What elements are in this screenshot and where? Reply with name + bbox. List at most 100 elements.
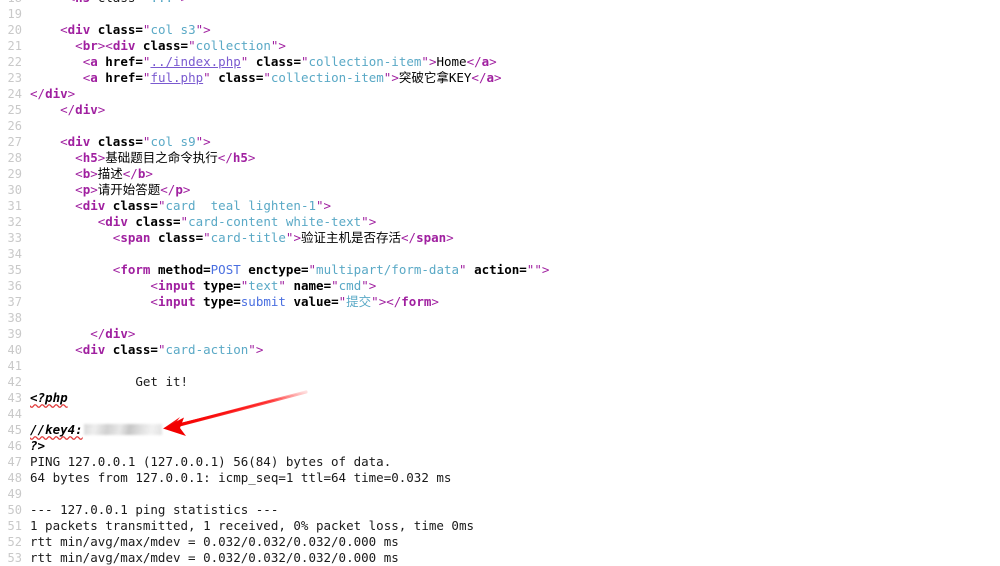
code-line[interactable]: 52 rtt min/avg/max/mdev = 0.032/0.032/0.0… [0, 534, 1000, 550]
code-line[interactable]: 48 64 bytes from 127.0.0.1: icmp_seq=1 tt… [0, 470, 1000, 486]
code-token-attr: class [90, 22, 136, 37]
code-token-quote: " [361, 214, 369, 229]
code-token-eq: = [331, 294, 339, 309]
code-token-txt: 基础题目之命令执行 [105, 150, 218, 165]
code-token-attr: name [285, 278, 324, 293]
code-line[interactable]: 33 <span class="card-title">验证主机是否存活</sp… [0, 230, 1000, 246]
code-line[interactable]: 28 <h5>基础题目之命令执行</h5> [0, 150, 1000, 166]
code-line[interactable]: 41 [0, 358, 1000, 374]
code-token-quote: " [371, 294, 379, 309]
code-token-punc: > [293, 230, 301, 245]
code-token-indent [30, 262, 113, 277]
code-token-punc: > [181, 0, 189, 5]
code-token-tag: div [75, 102, 98, 117]
code-line[interactable]: 47 PING 127.0.0.1 (127.0.0.1) 56(84) byte… [0, 454, 1000, 470]
line-number: 38 [7, 311, 22, 325]
code-line[interactable]: 40 <div class="card-action"> [0, 342, 1000, 358]
code-line[interactable]: 51 1 packets transmitted, 1 received, 0% … [0, 518, 1000, 534]
code-token-punc: > [97, 102, 106, 117]
code-token-punc: < [75, 182, 83, 197]
code-line[interactable]: 46 ?> [0, 438, 1000, 454]
code-line[interactable]: 32 <div class="card-content white-text"> [0, 214, 1000, 230]
code-line[interactable]: 37 <input type=submit value="提交"></form> [0, 294, 1000, 310]
code-token-tag: form [120, 262, 151, 277]
code-token-link[interactable]: ful.php [150, 70, 203, 85]
code-token-punc: > [368, 214, 377, 229]
line-number: 47 [7, 455, 22, 469]
code-token-attr: type [195, 294, 234, 309]
code-token-indent [30, 230, 113, 245]
code-line-content: <form method=POST enctype="multipart/for… [22, 262, 550, 278]
code-line-content: <h5>基础题目之命令执行</h5> [22, 150, 255, 166]
code-token-eq: = [135, 54, 143, 69]
code-token-punc: > [541, 262, 550, 277]
code-line[interactable]: 38 [0, 310, 1000, 326]
code-token-attr: class [135, 38, 181, 53]
code-line[interactable]: 29 <b>描述</b> [0, 166, 1000, 182]
code-token-punc: </ [122, 166, 138, 181]
code-token-plain: Get it! [135, 374, 189, 389]
code-line[interactable]: 20 <div class="col s3"> [0, 22, 1000, 38]
code-line[interactable]: 49 [0, 486, 1000, 502]
code-token-punc: > [67, 86, 76, 101]
code-token-tag: div [105, 326, 128, 341]
line-number: 30 [7, 183, 22, 197]
line-number: 49 [7, 487, 22, 501]
code-line[interactable]: 19 [0, 6, 1000, 22]
line-number: 33 [7, 231, 22, 245]
line-number: 39 [7, 327, 22, 341]
code-token-indent [30, 22, 60, 37]
code-line[interactable]: 34 [0, 246, 1000, 262]
code-token-punc: > [431, 294, 439, 309]
code-line[interactable]: 31 <div class="card teal lighten-1"> [0, 198, 1000, 214]
code-token-indent [30, 70, 83, 85]
code-line[interactable]: 30 <p>请开始答题</p> [0, 182, 1000, 198]
code-token-eq: = [173, 214, 181, 229]
code-line[interactable]: 39 </div> [0, 326, 1000, 342]
code-token-punc: > [391, 70, 399, 85]
code-line[interactable]: 42 Get it! [0, 374, 1000, 390]
code-line[interactable]: 35 <form method=POST enctype="multipart/… [0, 262, 1000, 278]
code-line[interactable]: 36 <input type="text" name="cmd"> [0, 278, 1000, 294]
code-token-punc: </ [401, 230, 417, 245]
code-line[interactable]: 26 [0, 118, 1000, 134]
code-line-content: <div class="col s3"> [22, 22, 211, 38]
code-token-indent [30, 102, 60, 117]
code-token-punc: > [368, 278, 377, 293]
line-number: 52 [7, 535, 22, 549]
code-line[interactable]: 22 <a href="../index.php" class="collect… [0, 54, 1000, 70]
code-token-val: 提交 [346, 294, 372, 309]
code-line[interactable]: 23 <a href="ful.php" class="collection-i… [0, 70, 1000, 86]
code-token-indent [30, 150, 75, 165]
code-token-quote: " [173, 0, 181, 5]
code-token-punc: > [323, 198, 332, 213]
source-code-listing[interactable]: 18 <h5 class="...">1920 <div class="col … [0, 0, 1000, 566]
line-number: 51 [7, 519, 22, 533]
code-token-attr: class [105, 198, 151, 213]
code-token-punc: < [60, 134, 68, 149]
code-line[interactable]: 27 <div class="col s9"> [0, 134, 1000, 150]
code-line[interactable]: 44 [0, 406, 1000, 422]
code-token-quote: " [308, 262, 317, 277]
line-number: 32 [7, 215, 22, 229]
code-token-val: card-title [210, 230, 286, 245]
code-token-indent [30, 374, 135, 389]
line-number: 31 [7, 199, 22, 213]
code-token-tag: div [82, 198, 106, 213]
code-line[interactable]: 43 <?php [0, 390, 1000, 406]
code-line[interactable]: 53 rtt min/avg/max/mdev = 0.032/0.032/0.0… [0, 550, 1000, 566]
code-line[interactable]: 50 --- 127.0.0.1 ping statistics --- [0, 502, 1000, 518]
code-token-punc: > [127, 326, 136, 341]
code-token-link[interactable]: ../index.php [150, 54, 240, 69]
code-token-valplain: POST [210, 262, 241, 277]
code-token-valplain: submit [240, 294, 286, 309]
code-line[interactable]: 45 //key4: [0, 422, 1000, 438]
code-token-punc: > [247, 150, 256, 165]
code-token-tag: span [416, 230, 447, 245]
code-line[interactable]: 21 <br><div class="collection"> [0, 38, 1000, 54]
code-line[interactable]: 25 </div> [0, 102, 1000, 118]
code-token-punc: < [105, 38, 113, 53]
code-token-punc: </ [160, 182, 176, 197]
code-token-punc: > [182, 182, 191, 197]
code-line[interactable]: 24 </div> [0, 86, 1000, 102]
